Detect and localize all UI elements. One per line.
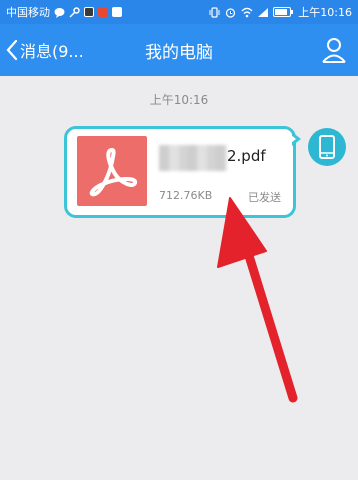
file-size: 712.76KB: [159, 189, 213, 202]
chat-notification-icon: [54, 7, 65, 18]
status-bar: 中国移动 上午10:16: [0, 0, 358, 24]
page-title: 我的电脑: [145, 43, 213, 63]
file-name-redacted: [159, 145, 227, 171]
alarm-icon: [225, 7, 236, 18]
header: 消息(9... 我的电脑: [0, 24, 358, 76]
battery-icon: [273, 7, 294, 17]
app-notification-icon: [84, 7, 94, 17]
file-message-bubble[interactable]: 2.pdf 712.76KB 已发送: [64, 126, 296, 218]
send-status: 已发送: [248, 191, 281, 204]
pdf-file-icon: [77, 136, 147, 206]
phone-device-icon: [319, 135, 335, 159]
signal-icon: [257, 7, 269, 18]
profile-button[interactable]: [320, 36, 348, 64]
message-timestamp: 上午10:16: [149, 93, 209, 107]
person-icon: [322, 38, 346, 63]
vibrate-icon: [209, 6, 220, 18]
key-icon: [69, 6, 80, 18]
file-name: 2.pdf: [227, 147, 266, 165]
wifi-icon: [241, 7, 253, 18]
music-app-icon: [112, 7, 122, 17]
carrier-name: 中国移动: [6, 6, 50, 19]
bubble-tail-inner: [291, 135, 296, 143]
video-app-icon: [98, 7, 108, 17]
my-computer-avatar[interactable]: [308, 128, 346, 166]
status-time: 上午10:16: [298, 6, 352, 19]
